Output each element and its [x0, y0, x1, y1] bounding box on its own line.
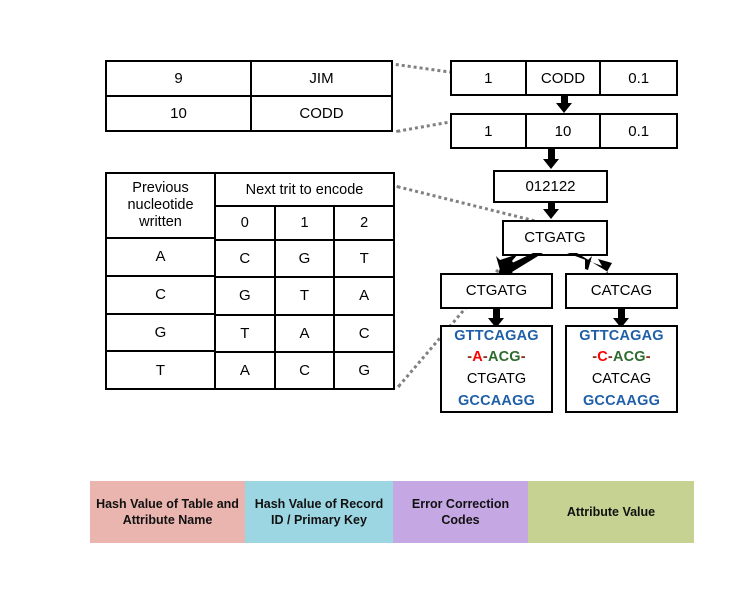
dna-left-mismatch: A — [472, 349, 483, 366]
dna-right-dash-suffix: - — [645, 349, 651, 366]
connector-records-to-codd-row — [395, 63, 459, 75]
final-dna-box-right: GTTCAGAG -C-ACG- CATCAG GCCAAGG — [565, 325, 678, 413]
previous-nucleotide-cell: C — [107, 277, 214, 315]
table-row: A C G — [216, 352, 393, 388]
mapping-cell: C — [216, 241, 276, 277]
attribute-value-cell: 0.1 — [628, 122, 650, 140]
table-row: 9 JIM — [107, 62, 391, 97]
branch-box-left: CTGATG — [440, 273, 553, 309]
previous-nucleotide-cell: A — [107, 239, 214, 277]
legend-item-hash-table-attribute: Hash Value of Table and Attribute Name — [90, 481, 245, 543]
table-row: C G T — [216, 241, 393, 279]
mapping-cell: G — [358, 361, 371, 379]
encoded-row-codd: 1 CODD 0.1 — [450, 60, 678, 96]
trit-string-box: 012122 — [493, 170, 608, 203]
trit-header-0: 0 — [216, 207, 276, 239]
mapping-cell: T — [359, 250, 369, 268]
primary-key-cell: CODD — [527, 62, 602, 94]
mapping-cell: C — [276, 352, 336, 388]
record-table: 9 JIM 10 CODD — [105, 60, 393, 132]
trit-header-2: 2 — [360, 215, 369, 231]
record-id-cell: 9 — [107, 62, 252, 95]
table-row: 10 CODD — [107, 97, 391, 130]
legend-item-attribute-value: Attribute Value — [528, 481, 694, 543]
record-name-cell: CODD — [299, 105, 344, 122]
dna-left-line-4: GCCAAGG — [457, 392, 536, 409]
dna-sequence-box: CTGATG — [502, 220, 608, 256]
mapping-cell: A — [216, 352, 276, 388]
nucleotide-table-right-column: Next trit to encode 0 1 2 C G T G T A T … — [216, 174, 393, 388]
legend: Hash Value of Table and Attribute Name H… — [90, 481, 694, 543]
dna-right-line-3: CATCAG — [591, 371, 652, 387]
table-row: G T A — [216, 278, 393, 316]
mapping-cell: T — [216, 315, 276, 351]
hash-table-attr-cell: 1 — [452, 115, 527, 147]
mapping-cell: C — [358, 324, 370, 342]
previous-nucleotide-cell: T — [155, 361, 166, 379]
diagram-canvas: 9 JIM 10 CODD Previous nucleotide writte… — [0, 0, 747, 589]
legend-item-error-correction: Error Correction Codes — [393, 481, 528, 543]
branch-box-right: CATCAG — [565, 273, 678, 309]
mapping-cell: G — [276, 241, 336, 277]
dna-left-line-1: GTTCAGAG — [454, 327, 539, 344]
mapping-cell: A — [276, 315, 336, 351]
table-row: T A C — [216, 315, 393, 353]
mapping-cell: G — [216, 278, 276, 314]
nucleotide-table-left-column: Previous nucleotide written A C G T — [107, 174, 216, 388]
final-dna-box-left: GTTCAGAG -A-ACG- CTGATG GCCAAGG — [440, 325, 553, 413]
trit-header-1: 1 — [276, 207, 336, 239]
encoded-row-ten: 1 10 0.1 — [450, 113, 678, 149]
primary-key-cell: 10 — [527, 115, 602, 147]
previous-nucleotide-cell: G — [107, 315, 214, 353]
dna-right-line-2: -C-ACG- — [592, 347, 651, 369]
mapping-cell: A — [359, 287, 370, 305]
trit-header-row: 0 1 2 — [216, 207, 393, 241]
dna-left-dash-suffix: - — [520, 349, 526, 366]
dna-left-acg: ACG — [487, 349, 521, 366]
dna-right-acg: ACG — [612, 349, 646, 366]
nucleotide-table-header-left: Previous nucleotide written — [107, 174, 214, 239]
dna-left-line-3: CTGATG — [466, 371, 527, 387]
nucleotide-mapping-table: Previous nucleotide written A C G T Next… — [105, 172, 395, 390]
record-name-cell: JIM — [309, 70, 334, 87]
hash-table-attr-cell: 1 — [452, 62, 527, 94]
dna-right-line-4: GCCAAGG — [582, 392, 661, 409]
dna-left-line-2: -A-ACG- — [467, 347, 526, 369]
mapping-cell: T — [276, 278, 336, 314]
legend-item-hash-record-id: Hash Value of Record ID / Primary Key — [245, 481, 393, 543]
attribute-value-cell: 0.1 — [628, 69, 650, 87]
record-id-cell: 10 — [107, 97, 252, 130]
dna-right-line-1: GTTCAGAG — [579, 327, 664, 344]
nucleotide-table-header-right: Next trit to encode — [216, 174, 393, 207]
connector-records-to-ten-row — [396, 119, 456, 133]
dna-right-mismatch: C — [597, 349, 608, 366]
